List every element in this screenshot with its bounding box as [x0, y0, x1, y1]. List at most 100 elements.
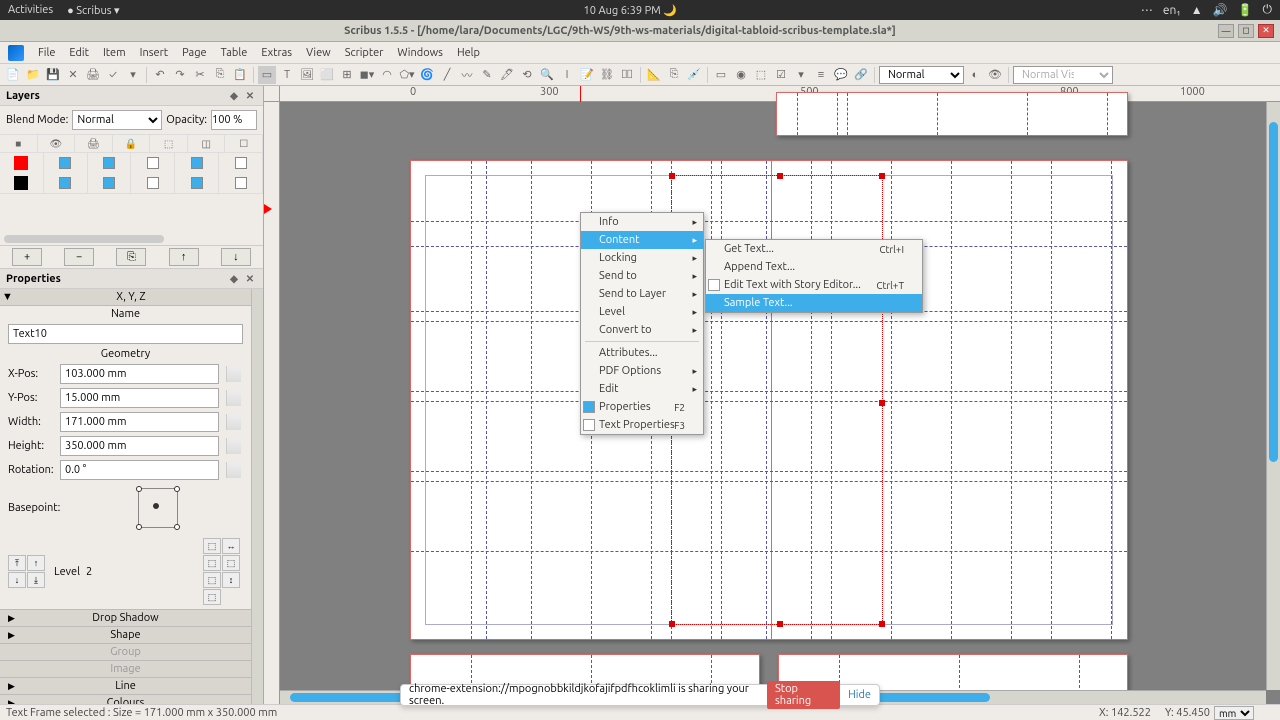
add-layer-button[interactable]: + [12, 248, 42, 266]
table-icon[interactable]: ⊞ [338, 66, 356, 84]
layer-up-button[interactable]: ↑ [169, 248, 199, 266]
basepoint-widget[interactable] [138, 488, 178, 528]
eyedropper-icon[interactable]: 💉 [685, 66, 703, 84]
pdf-button-icon[interactable]: ▭ [712, 66, 730, 84]
ctx-sub-storyeditor[interactable]: Edit Text with Story Editor...Ctrl+T [706, 276, 922, 294]
open-icon[interactable]: 📁 [24, 66, 42, 84]
ctx-sub-gettext[interactable]: Get Text...Ctrl+I [706, 240, 922, 258]
name-input[interactable] [8, 324, 243, 344]
layer-down-button[interactable]: ↓ [221, 248, 251, 266]
zoom-icon[interactable]: 🔍 [538, 66, 556, 84]
story-editor-icon[interactable]: 📝 [578, 66, 596, 84]
redo-icon[interactable]: ↷ [171, 66, 189, 84]
preview-mode-select[interactable]: Normal [879, 66, 964, 84]
network-icon[interactable]: ▲ [1191, 3, 1203, 17]
pin-icon[interactable]: ◆ [227, 272, 241, 286]
ctx-attributes[interactable]: Attributes... [581, 344, 703, 362]
page-prev[interactable] [776, 92, 1128, 136]
edit-contents-icon[interactable]: I [558, 66, 576, 84]
layer-row-2[interactable] [0, 173, 263, 193]
calligraphy-icon[interactable]: 🖊 [498, 66, 516, 84]
power-icon[interactable]: ⏻ [1263, 3, 1273, 17]
close-button[interactable]: ✕ [1258, 24, 1274, 38]
pdf-combo-icon[interactable]: ▾ [792, 66, 810, 84]
minimize-button[interactable]: — [1218, 24, 1234, 38]
align-buttons[interactable]: ⬚↔⬚⬚⬚↕⬚ [203, 538, 243, 605]
lang-indicator[interactable]: en₁ [1163, 4, 1181, 17]
menu-windows[interactable]: Windows [397, 47, 443, 59]
freehand-icon[interactable]: ✎ [478, 66, 496, 84]
ctx-info[interactable]: Info▸ [581, 213, 703, 231]
text-frame-icon[interactable]: T [278, 66, 296, 84]
ctx-edit[interactable]: Edit▸ [581, 380, 703, 398]
menu-page[interactable]: Page [182, 47, 207, 59]
height-input[interactable] [60, 436, 219, 456]
close-panel-icon[interactable]: ✕ [243, 89, 257, 103]
unlink-frames-icon[interactable]: ⛓̸ [618, 66, 636, 84]
pin-icon[interactable]: ◆ [227, 89, 241, 103]
page-spread[interactable] [410, 160, 1128, 640]
activities-button[interactable]: Activities [8, 4, 53, 17]
measure-icon[interactable]: 📐 [645, 66, 663, 84]
polygon-icon[interactable]: ⬠▾ [398, 66, 416, 84]
pdf-list-icon[interactable]: ≡ [812, 66, 830, 84]
copy-props-icon[interactable]: ⎘ [665, 66, 683, 84]
properties-scrollbar[interactable] [251, 289, 263, 704]
spiral-icon[interactable]: 🌀 [418, 66, 436, 84]
accordion-dropshadow[interactable]: ▶Drop Shadow [0, 609, 251, 626]
close-panel-icon[interactable]: ✕ [243, 272, 257, 286]
close-doc-icon[interactable]: ✕ [64, 66, 82, 84]
new-icon[interactable]: 📄 [4, 66, 22, 84]
menu-insert[interactable]: Insert [140, 47, 168, 59]
canvas-area[interactable]: 0 300 500 800 1000 [264, 86, 1280, 704]
preview-toggle-icon[interactable]: 👁 [986, 66, 1004, 84]
app-menu[interactable]: ● Scribus ▾ [67, 4, 119, 17]
maximize-button[interactable]: ◻ [1238, 24, 1254, 38]
level-buttons[interactable]: ⤒↑↓⤓ [8, 555, 48, 588]
accordion-line[interactable]: ▶Line [0, 677, 251, 694]
cut-icon[interactable]: ✂ [191, 66, 209, 84]
ypos-input[interactable] [60, 388, 219, 408]
line-icon[interactable]: ╱ [438, 66, 456, 84]
pdf-text-icon[interactable]: ⬚ [752, 66, 770, 84]
vertical-ruler[interactable] [264, 102, 280, 704]
ctx-sendtolayer[interactable]: Send to Layer▸ [581, 285, 703, 303]
menu-scripter[interactable]: Scripter [345, 47, 384, 59]
hide-sharing-button[interactable]: Hide [848, 689, 871, 701]
menu-item[interactable]: Item [103, 47, 126, 59]
ctx-locking[interactable]: Locking▸ [581, 249, 703, 267]
ctx-sub-sampletext[interactable]: Sample Text... [706, 294, 922, 312]
volume-icon[interactable]: 🔊 [1213, 3, 1228, 17]
preflight-icon[interactable]: ✓ [104, 66, 122, 84]
pdf-radio-icon[interactable]: ◉ [732, 66, 750, 84]
menu-view[interactable]: View [306, 47, 331, 59]
copy-icon[interactable]: ⎘ [211, 66, 229, 84]
ctx-level[interactable]: Level▸ [581, 303, 703, 321]
select-icon[interactable]: ▭ [258, 66, 276, 84]
vertical-scrollbar[interactable] [1266, 102, 1280, 690]
menu-help[interactable]: Help [457, 47, 480, 59]
menu-file[interactable]: File [38, 47, 55, 59]
system-tray[interactable]: ⋯ en₁ ▲ 🔊 🔋 ⏻ [1141, 3, 1272, 17]
paste-icon[interactable]: 📋 [231, 66, 249, 84]
opacity-input[interactable] [211, 110, 257, 130]
ruler-origin[interactable] [264, 86, 280, 102]
undo-icon[interactable]: ↶ [151, 66, 169, 84]
remove-layer-button[interactable]: − [64, 248, 94, 266]
shape-icon[interactable]: ◼▾ [358, 66, 376, 84]
unit-select[interactable]: mm [1214, 706, 1254, 720]
render-frame-icon[interactable]: ⬜ [318, 66, 336, 84]
ctx-properties[interactable]: PropertiesF2 [581, 398, 703, 416]
xpos-input[interactable] [60, 364, 219, 384]
vision-mode-select[interactable]: Normal Vision [1013, 66, 1113, 84]
ctx-sendto[interactable]: Send to▸ [581, 267, 703, 285]
ctx-content[interactable]: Content▸ [581, 231, 703, 249]
pdf-link-icon[interactable]: 🔗 [852, 66, 870, 84]
print-icon[interactable]: 🖨 [84, 66, 102, 84]
pdf-check-icon[interactable]: ☑ [772, 66, 790, 84]
layer-row-1[interactable] [0, 153, 263, 173]
width-input[interactable] [60, 412, 219, 432]
menu-extras[interactable]: Extras [261, 47, 292, 59]
accordion-colours[interactable]: ▶Colours [0, 694, 251, 704]
menu-dots-icon[interactable]: ⋯ [1141, 3, 1153, 17]
